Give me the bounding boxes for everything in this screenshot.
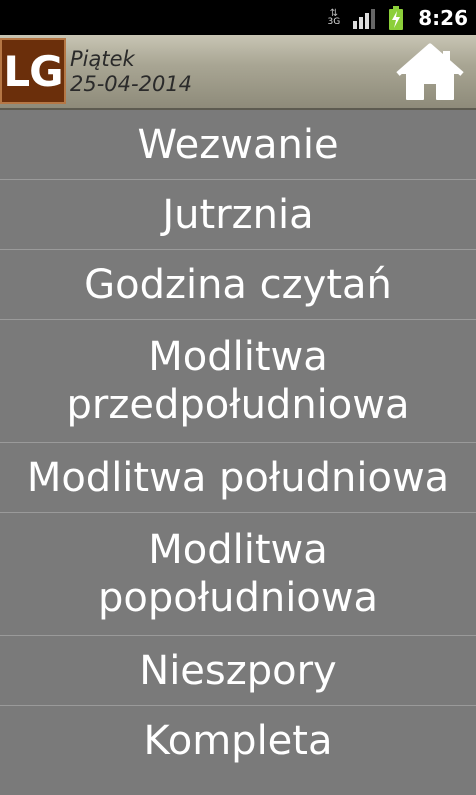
menu-item-label: Nieszpory — [139, 647, 337, 694]
menu-item-label: Kompleta — [143, 718, 333, 764]
home-icon — [396, 43, 464, 100]
home-button[interactable] — [396, 43, 464, 103]
current-date: 25-04-2014 — [70, 72, 193, 96]
date-info: Piątek 25-04-2014 — [70, 47, 192, 97]
day-of-week: Piątek — [70, 47, 135, 71]
menu-item-label: Modlitwa południowa — [26, 454, 450, 501]
menu-item-nieszpory[interactable]: Nieszpory — [0, 636, 476, 706]
menu-item-wezwanie[interactable]: Wezwanie — [0, 110, 476, 180]
menu-item-label: Jutrznia — [162, 191, 314, 238]
menu-item-label: Wezwanie — [137, 121, 339, 168]
logo-text: LG — [3, 46, 63, 96]
network-type-label: 3G — [327, 16, 341, 27]
menu-item-label: Modlitwa przedpołudniowa — [66, 334, 410, 428]
signal-bars-icon — [352, 7, 376, 29]
app-logo: LG — [0, 38, 66, 104]
app-header: LG Piątek 25-04-2014 — [0, 35, 476, 110]
menu-item-modlitwa-przedpoludniowa[interactable]: Modlitwa przedpołudniowa — [0, 320, 476, 443]
clock-time: 8:26 — [418, 5, 468, 30]
menu-item-modlitwa-popoludniowa[interactable]: Modlitwa popołudniowa — [0, 513, 476, 636]
menu-item-godzina-czytan[interactable]: Godzina czytań — [0, 250, 476, 320]
menu-item-jutrznia[interactable]: Jutrznia — [0, 180, 476, 250]
menu-item-label: Modlitwa popołudniowa — [98, 527, 378, 621]
menu-item-kompleta[interactable]: Kompleta — [0, 706, 476, 776]
status-bar: ⇅ 3G 8:26 — [0, 0, 476, 35]
menu-item-label: Godzina czytań — [84, 261, 392, 308]
battery-charging-icon — [388, 5, 404, 30]
prayer-menu: Wezwanie Jutrznia Godzina czytań Modlitw… — [0, 110, 476, 776]
network-3g-icon: ⇅ 3G — [327, 7, 341, 27]
menu-item-modlitwa-poludniowa[interactable]: Modlitwa południowa — [0, 443, 476, 513]
